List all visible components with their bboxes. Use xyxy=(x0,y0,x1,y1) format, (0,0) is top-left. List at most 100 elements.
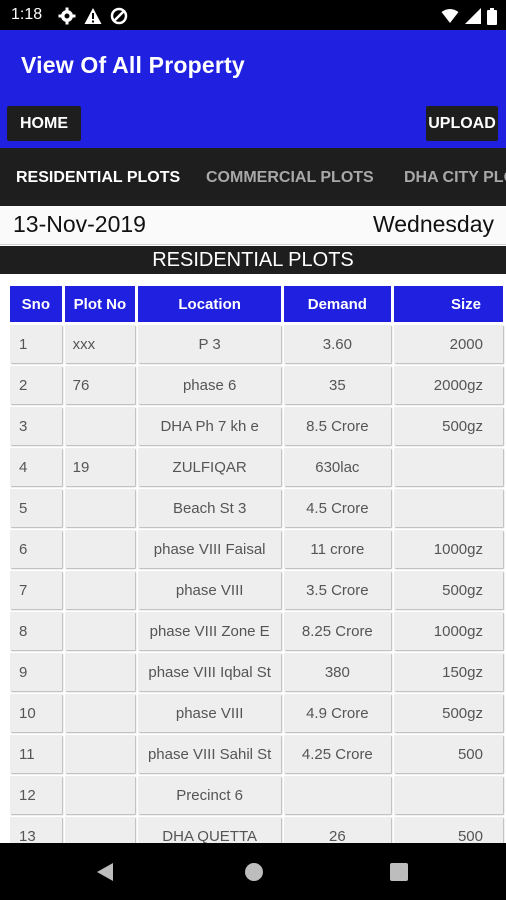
header-demand: Demand xyxy=(284,286,391,322)
cell-plot-no: xxx xyxy=(64,325,136,363)
cell-sno: 8 xyxy=(10,612,62,650)
cell-sno: 10 xyxy=(10,694,62,732)
cell-demand: 26 xyxy=(284,817,391,843)
cell-plot-no xyxy=(64,407,136,445)
cell-demand: 630lac xyxy=(284,448,391,486)
cell-size: 150gz xyxy=(393,653,503,691)
cell-location: DHA QUETTA xyxy=(138,817,282,843)
tab-commercial-plots[interactable]: COMMERCIAL PLOTS xyxy=(206,148,374,206)
property-table: Sno Plot No Location Demand Size 1 xxx P 3… xyxy=(10,283,506,843)
cell-demand: 11 crore xyxy=(284,530,391,568)
cell-location: phase VIII Zone E xyxy=(138,612,282,650)
cell-location: Precinct 6 xyxy=(138,776,282,814)
battery-icon xyxy=(487,7,497,25)
app-bar: View Of All Property HOME UPLOAD xyxy=(0,30,506,148)
table-row[interactable]: 13 DHA QUETTA 26 500 xyxy=(10,817,503,843)
cell-demand: 8.25 Crore xyxy=(284,612,391,650)
cell-size: 2000 xyxy=(393,325,503,363)
back-icon[interactable] xyxy=(96,862,114,882)
table-row[interactable]: 1 xxx P 3 3.60 2000 xyxy=(10,325,503,363)
table-body: 1 xxx P 3 3.60 2000 2 76 phase 6 35 2000gz 3 DHA Ph… xyxy=(10,325,503,843)
cell-size xyxy=(393,448,503,486)
date-label: 13-Nov-2019 xyxy=(13,211,146,237)
cell-location: ZULFIQAR xyxy=(138,448,282,486)
cell-demand: 3.60 xyxy=(284,325,391,363)
cell-plot-no: 19 xyxy=(64,448,136,486)
cell-sno: 4 xyxy=(10,448,62,486)
cell-location: Beach St 3 xyxy=(138,489,282,527)
header-plot-no: Plot No xyxy=(64,286,136,322)
table-row[interactable]: 8 phase VIII Zone E 8.25 Crore 1000gz xyxy=(10,612,503,650)
table-row[interactable]: 7 phase VIII 3.5 Crore 500gz xyxy=(10,571,503,609)
cell-demand: 35 xyxy=(284,366,391,404)
cell-sno: 11 xyxy=(10,735,62,773)
cell-sno: 12 xyxy=(10,776,62,814)
cell-plot-no xyxy=(64,776,136,814)
warning-icon xyxy=(84,8,102,24)
header-location: Location xyxy=(138,286,282,322)
cell-location: phase VIII xyxy=(138,694,282,732)
navigation-bar xyxy=(0,843,506,900)
table-row[interactable]: 10 phase VIII 4.9 Crore 500gz xyxy=(10,694,503,732)
cell-size: 1000gz xyxy=(393,530,503,568)
cell-sno: 9 xyxy=(10,653,62,691)
cell-sno: 7 xyxy=(10,571,62,609)
cell-plot-no xyxy=(64,530,136,568)
cell-size: 500 xyxy=(393,817,503,843)
header-size: Size xyxy=(393,286,503,322)
cell-location: phase VIII Iqbal St xyxy=(138,653,282,691)
cell-plot-no xyxy=(64,735,136,773)
cell-demand xyxy=(284,776,391,814)
cell-location: phase 6 xyxy=(138,366,282,404)
table-row[interactable]: 4 19 ZULFIQAR 630lac xyxy=(10,448,503,486)
tab-bar: RESIDENTIAL PLOTS COMMERCIAL PLOTS DHA C… xyxy=(0,148,506,206)
section-title: RESIDENTIAL PLOTS xyxy=(0,246,506,274)
property-table-container[interactable]: Sno Plot No Location Demand Size 1 xxx P 3… xyxy=(10,283,506,843)
cell-location: phase VIII Sahil St xyxy=(138,735,282,773)
cell-location: phase VIII Faisal xyxy=(138,530,282,568)
data-saver-icon xyxy=(110,7,128,25)
recents-icon[interactable] xyxy=(390,863,408,881)
table-row[interactable]: 3 DHA Ph 7 kh e 8.5 Crore 500gz xyxy=(10,407,503,445)
wifi-icon xyxy=(441,9,459,23)
cell-size: 2000gz xyxy=(393,366,503,404)
cell-sno: 6 xyxy=(10,530,62,568)
status-icons-right xyxy=(441,6,497,26)
cell-plot-no xyxy=(64,489,136,527)
cell-plot-no xyxy=(64,694,136,732)
table-row[interactable]: 12 Precinct 6 xyxy=(10,776,503,814)
cell-size xyxy=(393,776,503,814)
status-icons-left xyxy=(58,6,128,26)
status-bar: 1:18 xyxy=(0,0,506,30)
cell-size: 500gz xyxy=(393,571,503,609)
upload-button[interactable]: UPLOAD xyxy=(426,106,498,141)
table-row[interactable]: 5 Beach St 3 4.5 Crore xyxy=(10,489,503,527)
cell-plot-no: 76 xyxy=(64,366,136,404)
tab-dha-city-plots[interactable]: DHA CITY PLOTS xyxy=(404,148,506,206)
header-sno: Sno xyxy=(10,286,62,322)
home-button[interactable]: HOME xyxy=(7,106,81,141)
cell-location: DHA Ph 7 kh e xyxy=(138,407,282,445)
table-row[interactable]: 11 phase VIII Sahil St 4.25 Crore 500 xyxy=(10,735,503,773)
cell-plot-no xyxy=(64,571,136,609)
day-label: Wednesday xyxy=(372,211,494,237)
table-row[interactable]: 9 phase VIII Iqbal St 380 150gz xyxy=(10,653,503,691)
cell-sno: 3 xyxy=(10,407,62,445)
home-circle-icon[interactable] xyxy=(244,862,264,882)
table-row[interactable]: 2 76 phase 6 35 2000gz xyxy=(10,366,503,404)
table-row[interactable]: 6 phase VIII Faisal 11 crore 1000gz xyxy=(10,530,503,568)
cell-size: 500gz xyxy=(393,407,503,445)
status-time: 1:18 xyxy=(11,6,43,23)
cell-plot-no xyxy=(64,817,136,843)
tab-residential-plots[interactable]: RESIDENTIAL PLOTS xyxy=(16,148,180,206)
cell-sno: 13 xyxy=(10,817,62,843)
cell-sno: 5 xyxy=(10,489,62,527)
cell-location: phase VIII xyxy=(138,571,282,609)
date-row: 13-Nov-2019 Wednesday xyxy=(0,206,506,245)
cell-size: 500 xyxy=(393,735,503,773)
signal-icon xyxy=(465,8,481,24)
cell-demand: 380 xyxy=(284,653,391,691)
cell-size: 500gz xyxy=(393,694,503,732)
cell-demand: 3.5 Crore xyxy=(284,571,391,609)
cell-sno: 1 xyxy=(10,325,62,363)
